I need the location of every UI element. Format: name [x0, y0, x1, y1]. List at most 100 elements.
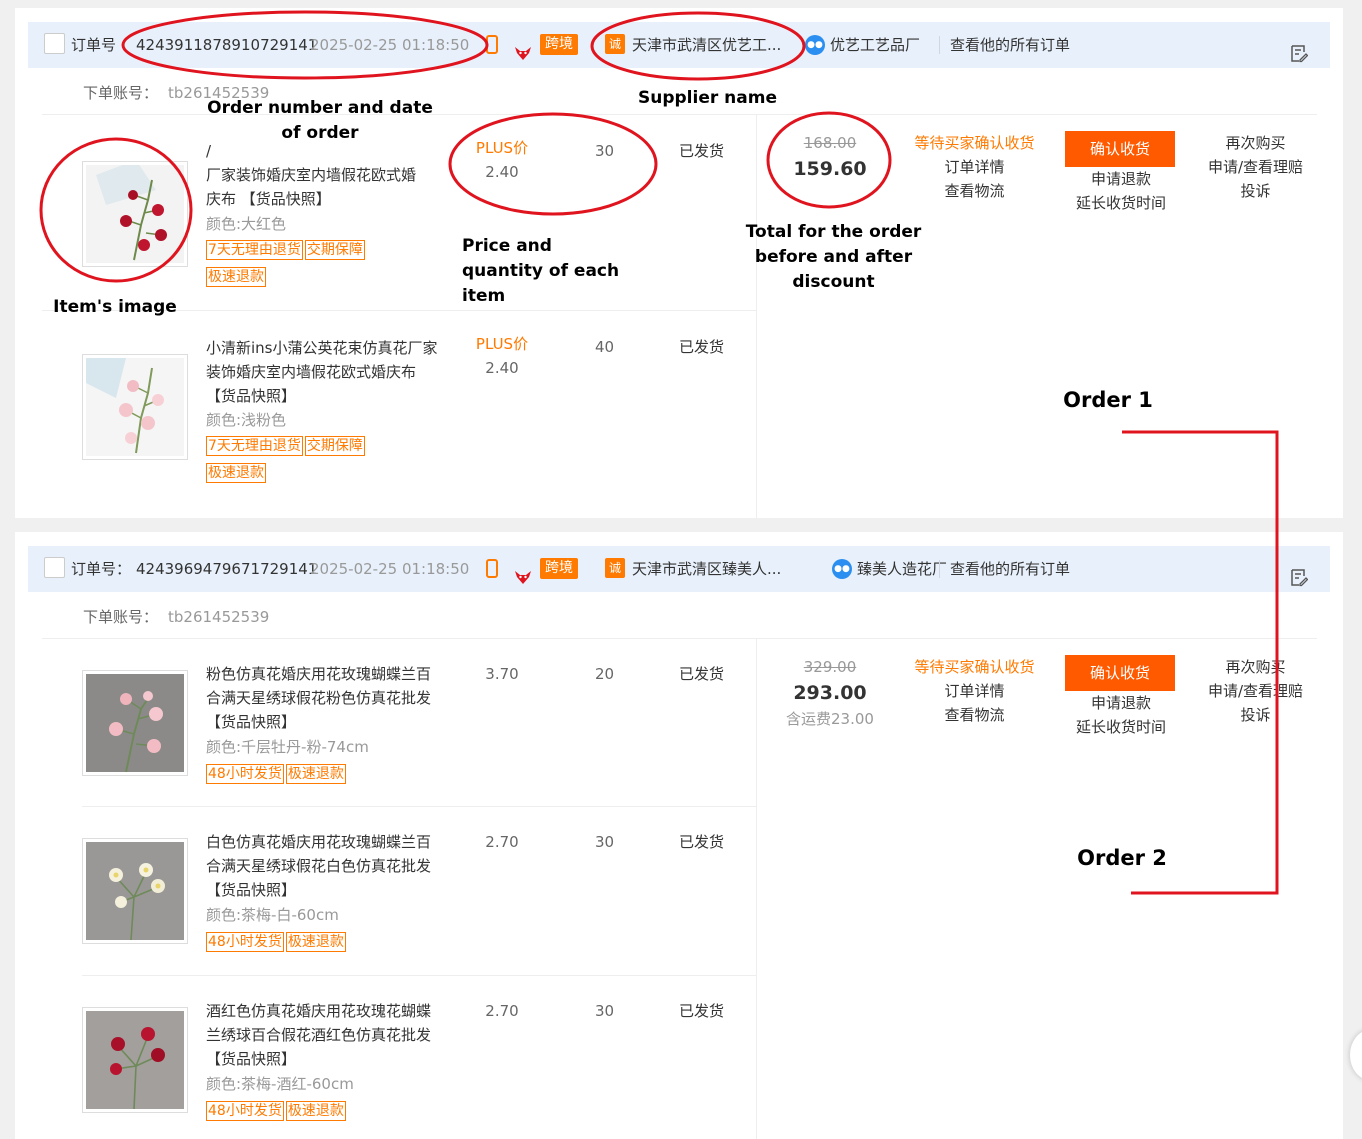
item-tags: 48小时发货 极速退款 [206, 763, 426, 790]
seller-name-link[interactable]: 臻美人造花厂 [857, 546, 947, 592]
item-tags: 7天无理由退货 交期保障 极速退款 [206, 239, 426, 293]
order-header: 订单号： 4243969479671729141 2025-02-25 01:1… [28, 546, 1330, 592]
item-title-link[interactable]: / 厂家装饰婚庆室内墙假花欧式婚 庆布 【货品快照】 [206, 139, 441, 211]
order-header: 订单号 4243911878910729141 2025-02-25 01:18… [28, 22, 1330, 68]
item-tags: 48小时发货 极速退款 [206, 931, 426, 958]
service-tag: 48小时发货 [206, 1101, 284, 1121]
item-image[interactable] [82, 670, 188, 776]
paid-total: 159.60 [793, 158, 867, 180]
item-title-link[interactable]: 酒红色仿真花婚庆用花玫瑰花蝴蝶兰绣球百合假花酒红色仿真花批发 【货品快照】 [206, 999, 441, 1071]
chat-icon[interactable]: ●● [832, 559, 852, 579]
item-title-link[interactable]: 小清新ins小蒲公英花束仿真花厂家装饰婚庆室内墙假花欧式婚庆布 【货品快照】 [206, 336, 441, 408]
shop-cert-icon: 诚 [605, 558, 625, 578]
annotation-order-1: Order 1 [1063, 388, 1153, 412]
rebuy-link[interactable]: 再次购买 [1193, 131, 1318, 155]
item-price: 3.70 [485, 665, 519, 683]
order-checkbox[interactable] [44, 33, 65, 54]
complain-link[interactable]: 投诉 [1193, 179, 1318, 203]
service-tag: 交期保障 [304, 436, 365, 456]
mobile-icon [486, 35, 498, 54]
logistics-link[interactable]: 查看物流 [897, 179, 1052, 203]
order-status: 等待买家确认收货 [914, 658, 1035, 676]
service-tag: 极速退款 [285, 1101, 346, 1121]
plus-price-label: PLUS价 [475, 139, 529, 157]
annotation-order-number: Order number and date of order [207, 98, 433, 143]
order-totals: 329.00 293.00 含运费23.00 [770, 655, 890, 731]
item-price: 2.70 [485, 833, 519, 851]
item-image[interactable] [82, 1007, 188, 1113]
item-image[interactable] [82, 838, 188, 944]
item-status: 已发货 [679, 142, 725, 160]
annotation-supplier: Supplier name [638, 88, 777, 108]
crossborder-badge: 跨境 [540, 558, 578, 579]
service-tag: 极速退款 [206, 267, 266, 287]
item-qty: 30 [595, 1002, 615, 1020]
shop-name-link[interactable]: 天津市武清区优艺工... [632, 22, 781, 68]
edit-note-icon[interactable] [1290, 35, 1309, 63]
original-total: 329.00 [803, 658, 857, 676]
rebuy-link[interactable]: 再次购买 [1193, 655, 1318, 679]
more-actions: 再次购买 申请/查看理赔 投诉 [1193, 131, 1318, 203]
order-status-col: 等待买家确认收货 订单详情 查看物流 [897, 131, 1052, 203]
order-detail-link[interactable]: 订单详情 [897, 155, 1052, 179]
item-status: 已发货 [679, 1002, 725, 1020]
item-qty: 30 [595, 142, 615, 160]
divider [939, 560, 940, 578]
extend-receipt-link[interactable]: 延长收货时间 [1065, 715, 1177, 739]
item-image[interactable] [82, 161, 188, 267]
service-tag: 48小时发货 [206, 932, 284, 952]
order-number-label: 订单号 [71, 36, 117, 54]
chat-icon[interactable]: ●● [805, 35, 825, 55]
extend-receipt-link[interactable]: 延长收货时间 [1065, 191, 1177, 215]
annotation-price-qty: Price and quantity of each item [462, 236, 620, 306]
bull-logo-icon [513, 35, 533, 60]
item-status: 已发货 [679, 338, 725, 356]
service-tag: 极速退款 [206, 463, 266, 483]
item-image[interactable] [82, 354, 188, 460]
shipping-fee: 含运费23.00 [786, 710, 874, 728]
order-number-label: 订单号： [71, 560, 132, 578]
item-price: PLUS价 2.40 [472, 332, 532, 380]
order-card-1: 订单号 4243911878910729141 2025-02-25 01:18… [15, 8, 1343, 518]
order-checkbox[interactable] [44, 557, 65, 578]
item-qty: 30 [595, 833, 615, 851]
price-value: 2.40 [485, 163, 519, 181]
floating-scroll-button[interactable] [1350, 1030, 1362, 1080]
plus-price-label: PLUS价 [475, 335, 529, 353]
confirm-receipt-button[interactable]: 确认收货 [1065, 131, 1175, 167]
item-tags: 48小时发货 极速退款 [206, 1100, 426, 1127]
claim-link[interactable]: 申请/查看理赔 [1193, 679, 1318, 703]
service-tag: 交期保障 [304, 240, 365, 260]
refund-link[interactable]: 申请退款 [1065, 691, 1177, 715]
original-total: 168.00 [803, 134, 857, 152]
annotation-total: Total for the order before and after dis… [745, 222, 922, 292]
item-spec: 颜色:茶梅-白-60cm [206, 906, 339, 924]
logistics-link[interactable]: 查看物流 [897, 703, 1052, 727]
column-divider [756, 639, 757, 1139]
service-tag: 极速退款 [285, 764, 346, 784]
edit-note-icon[interactable] [1290, 559, 1309, 587]
order-date: 2025-02-25 01:18:50 [310, 560, 470, 578]
refund-link[interactable]: 申请退款 [1065, 167, 1177, 191]
column-divider [756, 115, 757, 518]
more-actions: 再次购买 申请/查看理赔 投诉 [1193, 655, 1318, 727]
account-label: 下单账号： [83, 608, 159, 626]
claim-link[interactable]: 申请/查看理赔 [1193, 155, 1318, 179]
order-card-2: 订单号： 4243969479671729141 2025-02-25 01:1… [15, 532, 1343, 1139]
seller-name-link[interactable]: 优艺工艺品厂 [830, 22, 920, 68]
order-detail-link[interactable]: 订单详情 [897, 679, 1052, 703]
confirm-receipt-button[interactable]: 确认收货 [1065, 655, 1175, 691]
complain-link[interactable]: 投诉 [1193, 703, 1318, 727]
item-qty: 20 [595, 665, 615, 683]
order-item: 小清新ins小蒲公英花束仿真花厂家装饰婚庆室内墙假花欧式婚庆布 【货品快照】 颜… [42, 311, 757, 511]
service-tag: 7天无理由退货 [206, 436, 303, 456]
item-status: 已发货 [679, 665, 725, 683]
shop-name-link[interactable]: 天津市武清区臻美人... [632, 546, 781, 592]
item-title-link[interactable]: 白色仿真花婚庆用花玫瑰蝴蝶兰百合满天星绣球假花白色仿真花批发 【货品快照】 [206, 830, 441, 902]
item-price: 2.70 [485, 1002, 519, 1020]
all-orders-link[interactable]: 查看他的所有订单 [950, 22, 1070, 68]
item-qty: 40 [595, 338, 615, 356]
item-spec: 颜色:浅粉色 [206, 411, 287, 429]
all-orders-link[interactable]: 查看他的所有订单 [950, 546, 1070, 592]
item-title-link[interactable]: 粉色仿真花婚庆用花玫瑰蝴蝶兰百合满天星绣球假花粉色仿真花批发 【货品快照】 [206, 662, 441, 734]
